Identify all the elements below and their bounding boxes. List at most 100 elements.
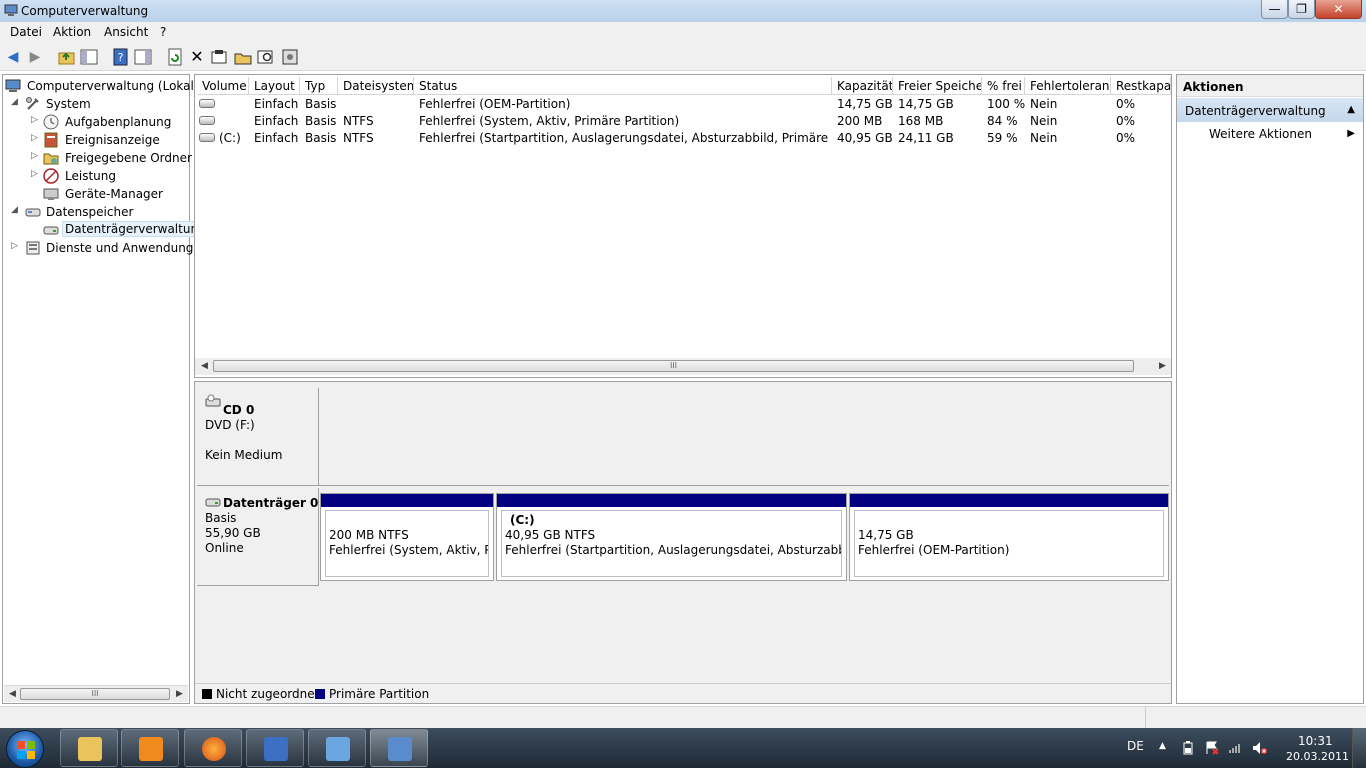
storage-icon bbox=[25, 208, 41, 217]
clock-date[interactable]: 20.03.2011 bbox=[1286, 750, 1349, 763]
settings-icon[interactable] bbox=[281, 48, 299, 66]
computer-management-icon bbox=[388, 737, 412, 761]
volume-disk-icon bbox=[199, 133, 215, 142]
menu-help[interactable]: ? bbox=[160, 25, 166, 39]
expand-arrow-icon[interactable]: ▷ bbox=[31, 151, 38, 161]
collapse-arrow-icon[interactable]: ◢ bbox=[11, 97, 18, 107]
minimize-button[interactable]: — bbox=[1261, 0, 1288, 19]
expand-arrow-icon[interactable]: ▷ bbox=[11, 241, 18, 251]
show-hidden-icons-icon[interactable]: ▲ bbox=[1159, 741, 1166, 751]
volume-disk-icon bbox=[199, 99, 215, 108]
cd-area bbox=[319, 388, 1169, 486]
partition-c[interactable]: (C:) 40,95 GB NTFS Fehlerfrei (Startpart… bbox=[496, 493, 847, 581]
column-header-layout[interactable]: Layout bbox=[249, 77, 300, 95]
collapse-arrow-icon[interactable]: ◢ bbox=[11, 205, 18, 215]
volume-muted-icon[interactable] bbox=[1252, 741, 1268, 755]
back-arrow-icon[interactable]: ◀ bbox=[4, 48, 22, 66]
column-header-fehlertoleranz[interactable]: Fehlertoleranz bbox=[1025, 77, 1111, 95]
disk-management-icon bbox=[43, 226, 59, 235]
column-header-prozent-frei[interactable]: % frei bbox=[982, 77, 1025, 95]
column-header-status[interactable]: Status bbox=[414, 77, 832, 95]
legend-label-primary: Primäre Partition bbox=[329, 687, 430, 701]
windows-logo-icon bbox=[17, 741, 35, 759]
forward-arrow-icon[interactable]: ▶ bbox=[26, 48, 44, 66]
scroll-left-icon[interactable]: ◀ bbox=[201, 361, 208, 371]
column-header-restkapazitaet[interactable]: Restkapazi bbox=[1111, 77, 1171, 95]
legend-swatch-unallocated bbox=[202, 689, 212, 699]
start-button[interactable] bbox=[6, 730, 44, 768]
window-titlebar[interactable]: Computerverwaltung — ❐ ✕ bbox=[0, 0, 1366, 22]
maximize-button[interactable]: ❐ bbox=[1288, 0, 1315, 19]
close-icon: ✕ bbox=[1333, 2, 1344, 16]
partition-system[interactable]: 200 MB NTFS Fehlerfrei (System, Aktiv, P… bbox=[320, 493, 494, 581]
help-icon[interactable]: ? bbox=[112, 48, 130, 66]
column-header-kapazitaet[interactable]: Kapazität bbox=[832, 77, 893, 95]
show-hide-action-pane-icon[interactable] bbox=[134, 48, 152, 66]
menu-datei[interactable]: Datei bbox=[10, 25, 42, 39]
open-folder-icon[interactable] bbox=[234, 48, 252, 66]
cd-0-label[interactable]: CD 0 DVD (F:) Kein Medium bbox=[197, 388, 319, 486]
actions-section-datentraegerverwaltung[interactable]: Datenträgerverwaltung ▲ bbox=[1177, 98, 1363, 122]
disk-0-label[interactable]: Datenträger 0 Basis 55,90 GB Online bbox=[197, 488, 319, 586]
battery-icon[interactable] bbox=[1182, 741, 1194, 755]
show-desktop-button[interactable] bbox=[1352, 728, 1366, 768]
hard-disk-icon bbox=[205, 498, 221, 507]
show-hide-console-tree-icon[interactable] bbox=[80, 48, 98, 66]
clock-icon bbox=[43, 114, 59, 130]
menu-ansicht[interactable]: Ansicht bbox=[104, 25, 148, 39]
scroll-left-icon[interactable]: ◀ bbox=[9, 689, 16, 699]
scroll-right-icon[interactable]: ▶ bbox=[176, 689, 183, 699]
taskbar-network[interactable] bbox=[246, 729, 304, 767]
tree-horizontal-scrollbar[interactable]: ◀ III ▶ bbox=[4, 685, 188, 702]
clock-time[interactable]: 10:31 bbox=[1298, 734, 1333, 748]
refresh-icon[interactable] bbox=[166, 48, 184, 66]
column-header-typ[interactable]: Typ bbox=[300, 77, 338, 95]
scroll-right-icon[interactable]: ▶ bbox=[1159, 361, 1166, 371]
delete-icon[interactable]: ✕ bbox=[188, 48, 206, 66]
expand-arrow-icon[interactable]: ▷ bbox=[31, 133, 38, 143]
partition-bar bbox=[321, 494, 493, 507]
explorer-icon bbox=[78, 737, 102, 761]
menu-bar: Datei Aktion Ansicht ? bbox=[0, 22, 1366, 43]
taskbar-explorer[interactable] bbox=[60, 729, 118, 767]
taskbar: DE ▲ 10:31 20.03.2011 bbox=[0, 728, 1366, 768]
folder-up-icon[interactable] bbox=[58, 48, 76, 66]
column-header-freier-speicher[interactable]: Freier Speicher bbox=[893, 77, 982, 95]
language-indicator[interactable]: DE bbox=[1127, 739, 1144, 753]
expand-arrow-icon[interactable]: ▷ bbox=[31, 115, 38, 125]
volume-horizontal-scrollbar[interactable]: ◀ III ▶ bbox=[195, 358, 1171, 375]
volume-list: Volume Layout Typ Dateisystem Status Kap… bbox=[194, 74, 1172, 378]
expand-arrow-icon[interactable]: ▷ bbox=[31, 169, 38, 179]
column-header-volume[interactable]: Volume bbox=[197, 77, 249, 95]
taskbar-control-panel[interactable] bbox=[308, 729, 366, 767]
taskbar-media-player[interactable] bbox=[121, 729, 179, 767]
toolbar: ◀ ▶ ? ✕ bbox=[0, 43, 1366, 71]
legend-label-unallocated: Nicht zugeordnet bbox=[216, 687, 320, 701]
weitere-aktionen-item[interactable]: Weitere Aktionen bbox=[1209, 127, 1312, 141]
collapse-up-icon[interactable]: ▲ bbox=[1347, 104, 1355, 115]
legend-swatch-primary bbox=[315, 689, 325, 699]
firefox-icon bbox=[202, 737, 226, 761]
column-header-dateisystem[interactable]: Dateisystem bbox=[338, 77, 414, 95]
taskbar-computer-management[interactable] bbox=[370, 729, 428, 767]
close-button[interactable]: ✕ bbox=[1315, 0, 1362, 19]
computer-management-icon bbox=[5, 79, 21, 92]
partition-legend: Nicht zugeordnet Primäre Partition bbox=[195, 683, 1171, 703]
scroll-thumb[interactable]: III bbox=[20, 688, 170, 700]
device-manager-icon bbox=[43, 188, 59, 200]
media-player-icon bbox=[139, 737, 163, 761]
taskbar-firefox[interactable] bbox=[184, 729, 242, 767]
properties-icon[interactable] bbox=[210, 48, 228, 66]
window-title: Computerverwaltung bbox=[21, 4, 149, 18]
wifi-signal-icon[interactable] bbox=[1228, 741, 1242, 753]
search-icon[interactable] bbox=[257, 48, 275, 66]
maximize-icon: ❐ bbox=[1296, 2, 1307, 16]
scroll-thumb[interactable]: III bbox=[213, 360, 1134, 372]
action-center-icon[interactable] bbox=[1205, 741, 1219, 755]
volume-disk-icon bbox=[199, 116, 215, 125]
partition-bar bbox=[497, 494, 846, 507]
submenu-arrow-icon: ▶ bbox=[1347, 128, 1355, 139]
minimize-icon: — bbox=[1268, 2, 1281, 16]
menu-aktion[interactable]: Aktion bbox=[53, 25, 91, 39]
partition-oem[interactable]: 14,75 GB Fehlerfrei (OEM-Partition) bbox=[849, 493, 1169, 581]
